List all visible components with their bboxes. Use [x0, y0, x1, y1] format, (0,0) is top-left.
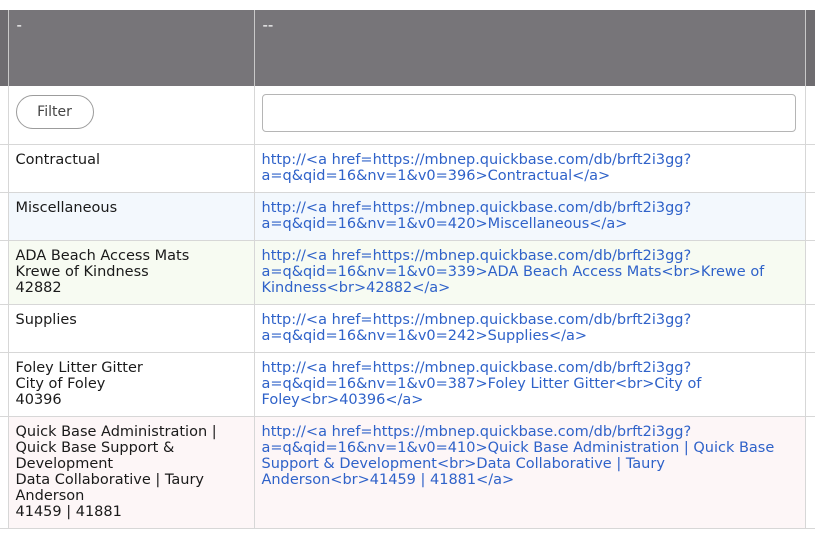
filter-edge-right [805, 86, 815, 145]
row-edge-right [805, 352, 815, 417]
row-edge-right [805, 144, 815, 193]
link-cell[interactable]: http://<a href=https://mbnep.quickbase.c… [254, 352, 806, 417]
filter-row: Filter [0, 86, 815, 145]
row-edge-left [0, 416, 9, 529]
name-line: Krewe of Kindness [15, 263, 149, 280]
name-cell: Supplies [8, 304, 255, 353]
bottom-clip [0, 540, 815, 547]
name-line: Quick Base Administration | Quick Base S… [15, 423, 217, 472]
table-row: Foley Litter Gitter City of Foley 40396 … [0, 352, 815, 417]
name-line: Data Collaborative | Taury Anderson [15, 471, 205, 504]
link-cell[interactable]: http://<a href=https://mbnep.quickbase.c… [254, 304, 806, 353]
filter-button[interactable]: Filter [15, 95, 94, 129]
name-line: 41459 | 41881 [15, 503, 122, 520]
header-edge-left [0, 10, 9, 86]
table-row: Supplies http://<a href=https://mbnep.qu… [0, 304, 815, 353]
row-edge-left [0, 144, 9, 193]
filter-cell: Filter [8, 86, 255, 145]
link-cell[interactable]: http://<a href=https://mbnep.quickbase.c… [254, 192, 806, 241]
name-cell: Miscellaneous [8, 192, 255, 241]
header-edge-right [805, 10, 815, 86]
table-row: Contractual http://<a href=https://mbnep… [0, 144, 815, 193]
row-edge-left [0, 240, 9, 305]
row-edge-right [805, 416, 815, 529]
name-cell: Quick Base Administration | Quick Base S… [8, 416, 255, 529]
row-edge-right [805, 240, 815, 305]
name-line: Contractual [15, 151, 100, 168]
column-header-name[interactable]: - [8, 10, 255, 86]
row-edge-left [0, 352, 9, 417]
name-line: ADA Beach Access Mats [15, 247, 190, 264]
report-table: - -- Filter Contractual http://<a href=h… [0, 10, 815, 529]
column-header-link[interactable]: -- [254, 10, 806, 86]
filter-input[interactable] [261, 94, 796, 132]
data-grid: - -- Filter Contractual http://<a href=h… [0, 0, 815, 547]
name-cell: ADA Beach Access Mats Krewe of Kindness … [8, 240, 255, 305]
table-row: Quick Base Administration | Quick Base S… [0, 416, 815, 529]
filter-input-cell [254, 86, 806, 145]
link-cell[interactable]: http://<a href=https://mbnep.quickbase.c… [254, 240, 806, 305]
name-line: 42882 [15, 279, 62, 296]
table-row: Miscellaneous http://<a href=https://mbn… [0, 192, 815, 241]
name-line: City of Foley [15, 375, 106, 392]
name-line: 40396 [15, 391, 62, 408]
row-edge-left [0, 192, 9, 241]
name-line: Foley Litter Gitter [15, 359, 143, 376]
header-row: - -- [0, 10, 815, 86]
filter-edge-left [0, 86, 9, 145]
row-edge-right [805, 304, 815, 353]
link-cell[interactable]: http://<a href=https://mbnep.quickbase.c… [254, 416, 806, 529]
link-cell[interactable]: http://<a href=https://mbnep.quickbase.c… [254, 144, 806, 193]
name-cell: Contractual [8, 144, 255, 193]
name-line: Supplies [15, 311, 77, 328]
name-line: Miscellaneous [15, 199, 118, 216]
table-row: ADA Beach Access Mats Krewe of Kindness … [0, 240, 815, 305]
row-edge-right [805, 192, 815, 241]
name-cell: Foley Litter Gitter City of Foley 40396 [8, 352, 255, 417]
row-edge-left [0, 304, 9, 353]
top-strip [0, 0, 815, 10]
